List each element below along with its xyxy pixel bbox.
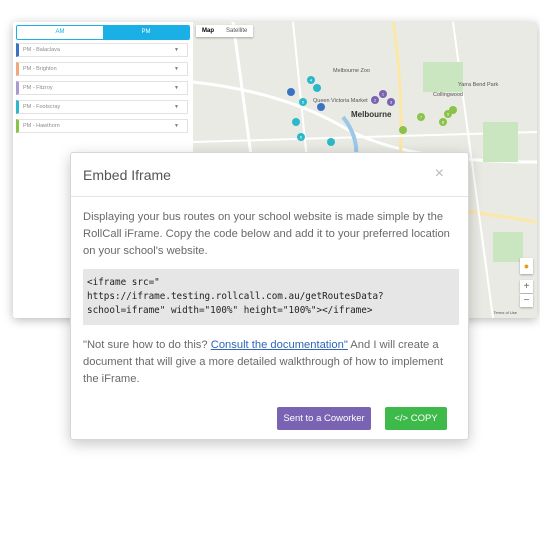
am-pm-toggle: AM PM	[16, 25, 190, 40]
route-dropdown-brighton[interactable]: PM - Brighton ▼	[16, 62, 188, 76]
route-label: PM - Hawthorn	[23, 123, 60, 129]
zoom-in-button[interactable]: +	[520, 280, 533, 293]
map-place-label: Queen Victoria Market	[313, 98, 368, 104]
caret-down-icon: ▼	[174, 123, 179, 129]
documentation-note: "Not sure how to do this? Consult the do…	[83, 337, 461, 388]
tab-satellite[interactable]: Satellite	[220, 25, 253, 37]
map-type-tabs: Map Satellite	[196, 25, 254, 37]
modal-title: Embed Iframe	[83, 167, 171, 183]
caret-down-icon: ▼	[174, 104, 179, 110]
close-icon[interactable]: ×	[435, 165, 444, 183]
caret-down-icon: ▼	[174, 85, 179, 91]
iframe-code-block[interactable]: <iframe src=" https://iframe.testing.rol…	[83, 269, 459, 325]
tab-map[interactable]: Map	[196, 25, 220, 37]
embed-iframe-modal: Embed Iframe × Displaying your bus route…	[70, 152, 469, 440]
send-to-coworker-button[interactable]: Sent to a Coworker	[277, 407, 371, 430]
note-prefix: "Not sure how to do this?	[83, 339, 211, 351]
zoom-out-button[interactable]: −	[520, 294, 533, 307]
caret-down-icon: ▼	[174, 66, 179, 72]
route-label: PM - Brighton	[23, 66, 57, 72]
am-toggle-button[interactable]: AM	[17, 26, 103, 39]
street-view-icon[interactable]: ●	[520, 258, 533, 274]
caret-down-icon: ▼	[174, 47, 179, 53]
city-label: Melbourne	[351, 110, 392, 119]
map-place-label: Yarra Bend Park	[458, 82, 499, 88]
route-label: PM - Footscray	[23, 104, 61, 110]
route-dropdown-hawthorn[interactable]: PM - Hawthorn ▼	[16, 119, 188, 133]
route-label: PM - Fitzroy	[23, 85, 53, 91]
route-dropdown-balaclava[interactable]: PM - Balaclava ▼	[16, 43, 188, 57]
modal-header: Embed Iframe ×	[71, 153, 468, 197]
route-label: PM - Balaclava	[23, 47, 60, 53]
route-list: PM - Balaclava ▼ PM - Brighton ▼ PM - Fi…	[16, 43, 188, 138]
copy-code-button[interactable]: </> COPY	[385, 407, 447, 430]
route-dropdown-fitzroy[interactable]: PM - Fitzroy ▼	[16, 81, 188, 95]
map-footer[interactable]: Terms of Use	[493, 310, 517, 315]
modal-description: Displaying your bus routes on your schoo…	[83, 211, 450, 257]
route-dropdown-footscray[interactable]: PM - Footscray ▼	[16, 100, 188, 114]
pm-toggle-button[interactable]: PM	[103, 26, 189, 39]
map-place-label: Melbourne Zoo	[333, 68, 370, 74]
map-place-label: Collingwood	[433, 92, 463, 98]
documentation-link[interactable]: Consult the documentation"	[211, 339, 348, 351]
